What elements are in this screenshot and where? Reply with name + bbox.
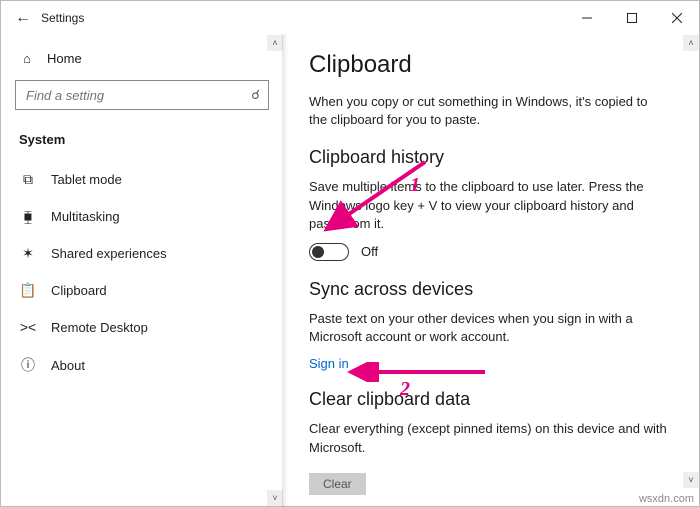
shared-experiences-icon: ✶: [19, 245, 37, 262]
section-heading: System: [15, 126, 269, 161]
maximize-button[interactable]: [609, 1, 654, 35]
clipboard-icon: 📋: [19, 282, 37, 299]
window-controls: [564, 1, 699, 35]
intro-text: When you copy or cut something in Window…: [309, 93, 669, 129]
search-box[interactable]: ☌: [15, 80, 269, 110]
home-button[interactable]: ⌂ Home: [15, 45, 269, 80]
home-icon: ⌂: [19, 51, 35, 66]
nav-label: Shared experiences: [51, 246, 167, 261]
nav-item-clipboard[interactable]: 📋 Clipboard: [15, 272, 269, 309]
close-button[interactable]: [654, 1, 699, 35]
nav-item-shared-experiences[interactable]: ✶ Shared experiences: [15, 235, 269, 272]
nav-item-tablet-mode[interactable]: ⧉ Tablet mode: [15, 161, 269, 198]
nav-label: Multitasking: [51, 209, 120, 224]
sidebar-scroll-down[interactable]: ˅: [267, 490, 283, 506]
sidebar: ˄ ⌂ Home ☌ System ⧉ Tablet mode ⧯ Multit: [1, 35, 283, 506]
annotation-number-1: 1: [410, 174, 420, 197]
watermark: wsxdn.com: [639, 493, 694, 505]
nav-label: Tablet mode: [51, 172, 122, 187]
window-title: Settings: [41, 11, 84, 25]
nav-label: Clipboard: [51, 283, 107, 298]
clipboard-history-toggle[interactable]: [309, 243, 349, 261]
annotation-number-2: 2: [400, 378, 410, 401]
about-icon: ⓘ: [19, 355, 37, 375]
content-pane: Clipboard When you copy or cut something…: [283, 35, 699, 506]
tablet-icon: ⧉: [19, 171, 37, 188]
back-icon[interactable]: ←: [15, 9, 31, 27]
content-scroll-down[interactable]: ˅: [683, 472, 699, 488]
section-clear-desc: Clear everything (except pinned items) o…: [309, 420, 669, 456]
section-clear-heading: Clear clipboard data: [309, 389, 673, 410]
nav-label: Remote Desktop: [51, 320, 148, 335]
multitasking-icon: ⧯: [19, 208, 37, 225]
search-input[interactable]: [24, 87, 251, 104]
home-label: Home: [47, 51, 82, 66]
sign-in-link[interactable]: Sign in: [309, 356, 349, 371]
titlebar: ← Settings: [1, 1, 699, 35]
section-sync-heading: Sync across devices: [309, 279, 673, 300]
section-sync-desc: Paste text on your other devices when yo…: [309, 310, 669, 346]
toggle-knob: [312, 246, 324, 258]
nav-label: About: [51, 358, 85, 373]
page-title: Clipboard: [309, 51, 673, 79]
clear-button[interactable]: Clear: [309, 473, 366, 495]
minimize-button[interactable]: [564, 1, 609, 35]
section-history-desc: Save multiple items to the clipboard to …: [309, 178, 669, 233]
content-scroll-up[interactable]: ˄: [683, 35, 699, 51]
nav-item-about[interactable]: ⓘ About: [15, 345, 269, 385]
remote-desktop-icon: ><: [19, 319, 37, 335]
section-history-heading: Clipboard history: [309, 147, 673, 168]
nav-item-multitasking[interactable]: ⧯ Multitasking: [15, 198, 269, 235]
search-icon: ☌: [251, 87, 260, 103]
nav-item-remote-desktop[interactable]: >< Remote Desktop: [15, 309, 269, 345]
toggle-state-label: Off: [361, 244, 378, 259]
